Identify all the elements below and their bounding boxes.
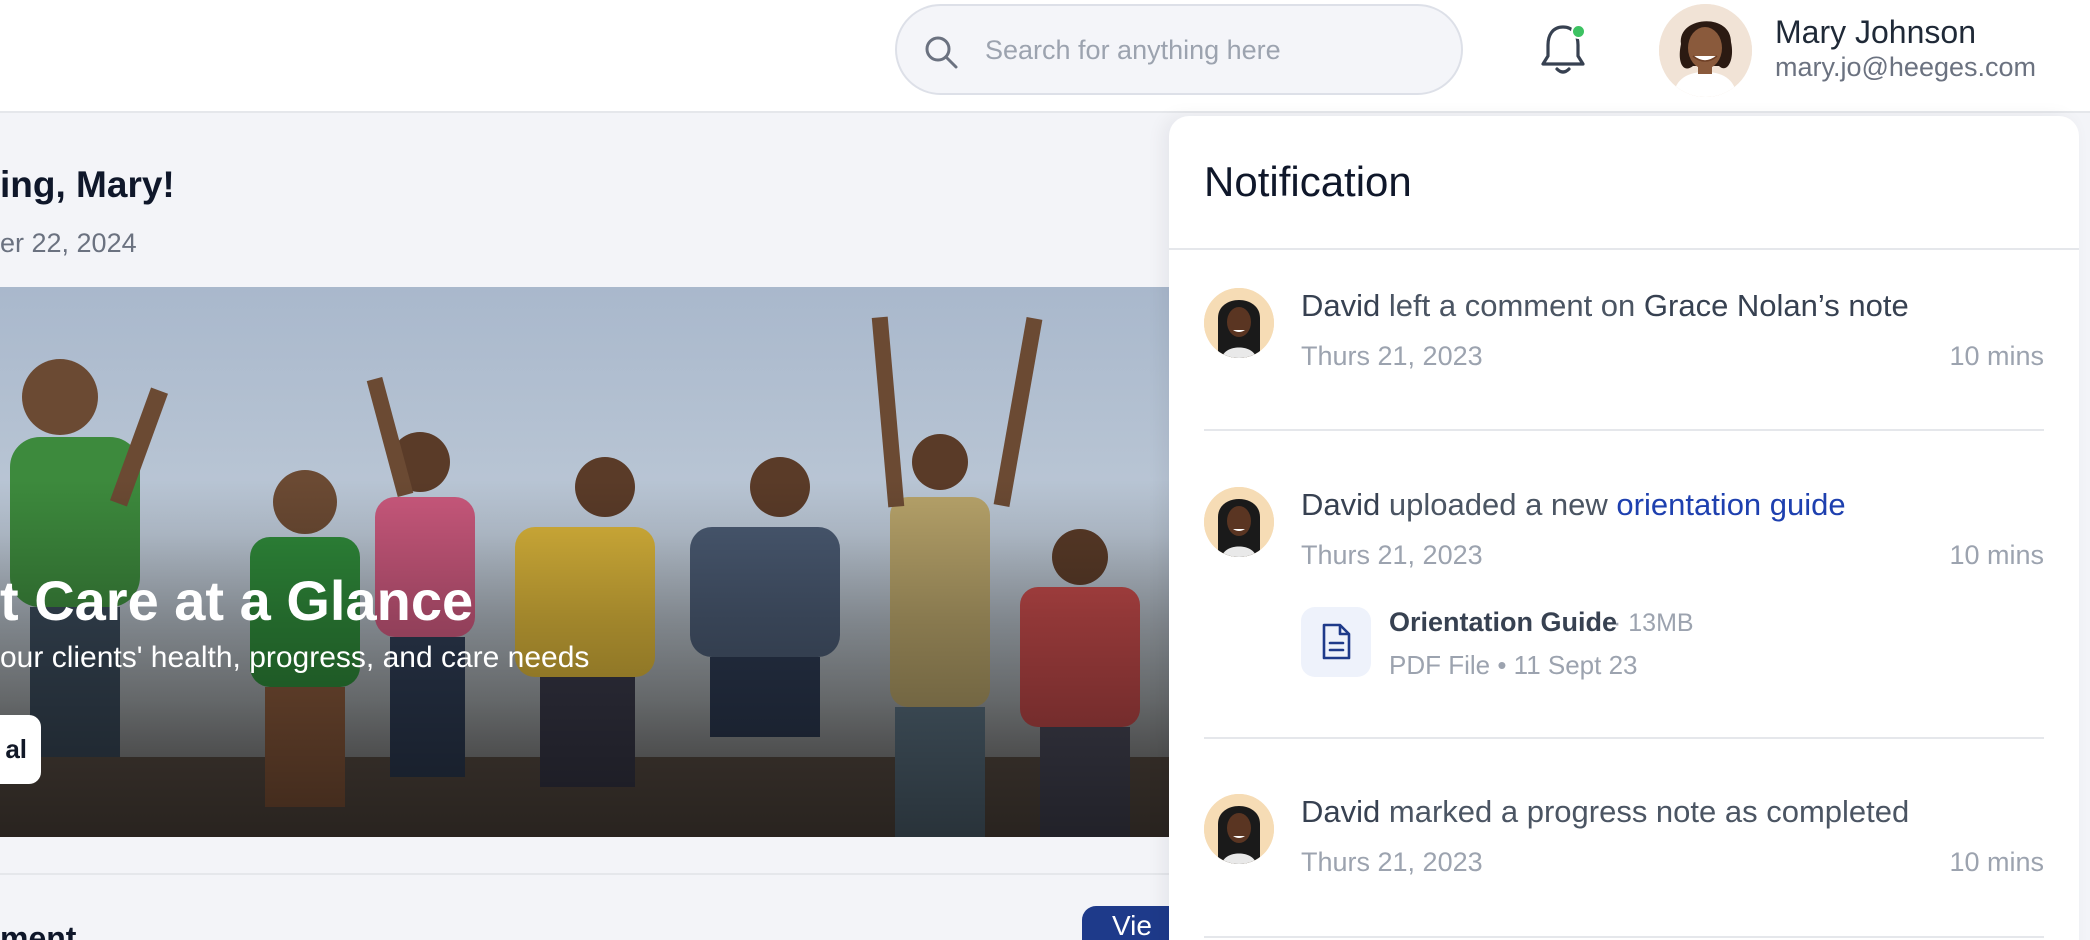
notification-date: Thurs 21, 2023 <box>1301 847 1483 877</box>
file-name: Orientation Guide <box>1389 607 1618 637</box>
notification-button[interactable] <box>1538 20 1588 78</box>
notification-divider <box>1204 936 2044 938</box>
section-divider <box>0 873 1170 875</box>
user-email: mary.jo@heeges.com <box>1775 52 2037 82</box>
notification-panel: Notification David left a comment on Gra… <box>1169 116 2079 940</box>
notification-action: uploaded a new <box>1380 487 1617 522</box>
notification-time: 10 mins <box>1949 847 2044 877</box>
notification-message: David uploaded a new orientation guide <box>1301 487 1846 523</box>
search-input[interactable] <box>985 22 1445 78</box>
file-size: · 13MB <box>1613 609 1694 637</box>
notification-avatar <box>1204 288 1274 358</box>
notification-action: left a comment on <box>1380 288 1644 323</box>
notification-message: David marked a progress note as complete… <box>1301 794 1909 830</box>
notification-actor: David <box>1301 288 1381 323</box>
search-bar[interactable] <box>895 4 1463 95</box>
hero-banner <box>0 287 1170 837</box>
user-avatar-image <box>1659 4 1752 97</box>
notification-time: 10 mins <box>1949 540 2044 570</box>
notification-date: Thurs 21, 2023 <box>1301 540 1483 570</box>
orientation-guide-link[interactable]: orientation guide <box>1616 487 1845 522</box>
document-icon <box>1322 623 1351 660</box>
file-attachment[interactable]: Orientation Guide · 13MB PDF File • 11 S… <box>1301 607 1721 687</box>
notification-action: marked a progress note as completed <box>1380 794 1910 829</box>
notification-avatar <box>1204 794 1274 864</box>
file-icon-container <box>1301 607 1371 677</box>
notification-target: Grace Nolan’s note <box>1643 288 1909 323</box>
notification-panel-title: Notification <box>1204 158 1412 205</box>
hero-action-button[interactable]: al <box>0 715 41 784</box>
user-avatar[interactable] <box>1659 4 1752 97</box>
notification-item[interactable]: David marked a progress note as complete… <box>1204 794 2044 894</box>
notification-date: Thurs 21, 2023 <box>1301 341 1483 371</box>
notification-avatar <box>1204 487 1274 557</box>
section-title: ment <box>0 920 77 940</box>
current-date: er 22, 2024 <box>0 228 137 258</box>
notification-message: David left a comment on Grace Nolan’s no… <box>1301 288 1909 324</box>
file-meta: PDF File • 11 Sept 23 <box>1389 650 1638 680</box>
user-name: Mary Johnson <box>1775 14 1976 50</box>
notification-time: 10 mins <box>1949 341 2044 371</box>
hero-subtitle: our clients' health, progress, and care … <box>0 641 590 674</box>
notification-actor: David <box>1301 487 1381 522</box>
notification-indicator-dot <box>1571 24 1586 39</box>
notification-divider <box>1204 737 2044 739</box>
top-bar: Mary Johnson mary.jo@heeges.com <box>0 0 2090 113</box>
notification-item[interactable]: David uploaded a new orientation guide T… <box>1204 487 2044 687</box>
panel-header-divider <box>1169 248 2079 250</box>
greeting-heading: ing, Mary! <box>0 164 175 205</box>
notification-divider <box>1204 429 2044 431</box>
hero-title: t Care at a Glance <box>0 569 474 632</box>
notification-actor: David <box>1301 794 1381 829</box>
hero-overlay <box>0 287 1170 837</box>
search-icon <box>925 36 958 69</box>
notification-item[interactable]: David left a comment on Grace Nolan’s no… <box>1204 288 2044 388</box>
